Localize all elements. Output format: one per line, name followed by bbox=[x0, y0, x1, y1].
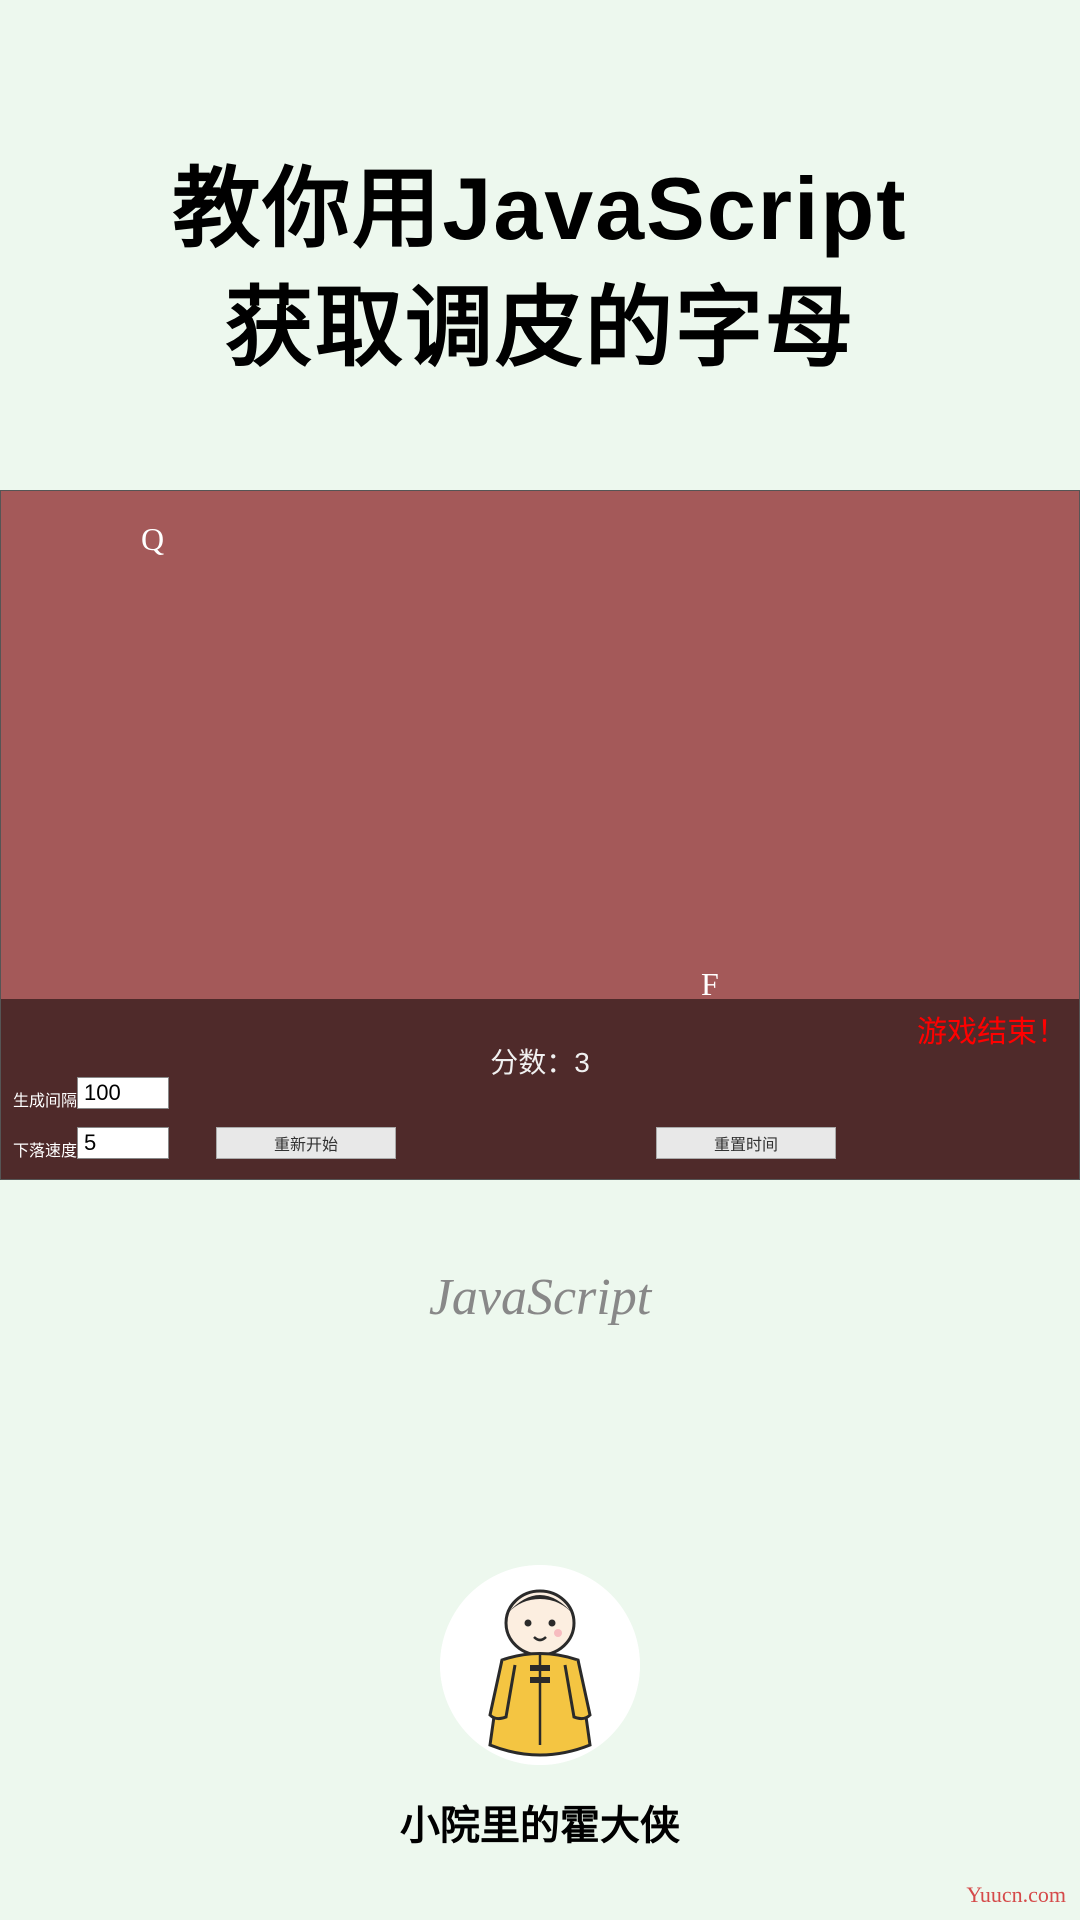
game-container: Q F 游戏结束！ 分数：3 生成间隔: 下落速度: 重新开始 重置时间 bbox=[0, 490, 1080, 1180]
interval-input[interactable] bbox=[77, 1077, 169, 1109]
game-play-area[interactable]: Q F bbox=[1, 491, 1079, 999]
score-label: 分数： bbox=[490, 1047, 574, 1078]
author-avatar bbox=[440, 1565, 640, 1765]
subtitle-text: JavaScript bbox=[0, 1268, 1080, 1327]
falling-letter: F bbox=[701, 966, 719, 999]
page-title: 教你用JavaScript 获取调皮的字母 bbox=[0, 150, 1080, 388]
author-section: 小院里的霍大侠 bbox=[0, 1565, 1080, 1851]
title-line-2: 获取调皮的字母 bbox=[225, 278, 855, 377]
reset-time-button[interactable]: 重置时间 bbox=[656, 1127, 836, 1159]
score-value: 3 bbox=[574, 1047, 590, 1078]
falling-letter: Q bbox=[141, 521, 164, 558]
control-panel: 游戏结束！ 分数：3 生成间隔: 下落速度: 重新开始 重置时间 bbox=[1, 999, 1079, 1179]
page-title-area: 教你用JavaScript 获取调皮的字母 bbox=[0, 0, 1080, 388]
restart-button[interactable]: 重新开始 bbox=[216, 1127, 396, 1159]
speed-label: 下落速度: bbox=[13, 1137, 81, 1161]
speed-input[interactable] bbox=[77, 1127, 169, 1159]
score-display: 分数：3 bbox=[1, 1041, 1079, 1081]
title-line-1: 教你用JavaScript bbox=[172, 159, 907, 258]
interval-label: 生成间隔: bbox=[13, 1087, 81, 1111]
author-name: 小院里的霍大侠 bbox=[0, 1793, 1080, 1851]
watermark-text: Yuucn.com bbox=[966, 1882, 1066, 1908]
avatar-illustration bbox=[440, 1565, 640, 1765]
